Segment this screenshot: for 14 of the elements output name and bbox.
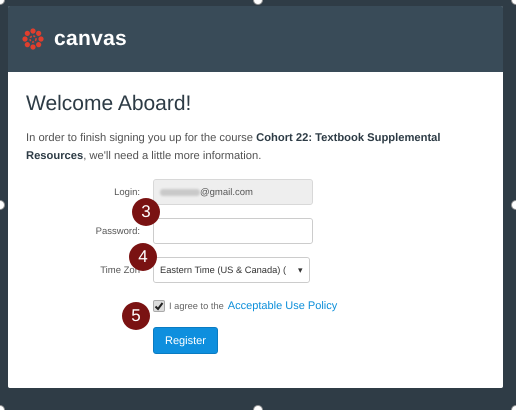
- intro-text: In order to finish signing you up for the course Cohort 22: Textbook Supplemental Resources, we'll need a little more information.: [26, 131, 442, 164]
- policy-link[interactable]: Acceptable Use Policy: [228, 300, 338, 312]
- caret-icon: ▾: [298, 265, 303, 275]
- field-label: Login:: [114, 186, 140, 198]
- agree-text: I agree to the: [169, 301, 224, 311]
- agree-checkbox[interactable]: [153, 300, 165, 312]
- field-label: Password:: [96, 226, 140, 236]
- logo-icon: [21, 27, 45, 51]
- register-button[interactable]: Register: [153, 327, 218, 354]
- logo-text: canvas: [54, 27, 128, 51]
- time-zone-select[interactable]: Eastern Time (US & Canada) ( ▾: [153, 257, 310, 283]
- redacted-text: [160, 188, 200, 196]
- password-field[interactable]: [153, 218, 313, 244]
- page-title: Welcome Aboard!: [26, 92, 192, 116]
